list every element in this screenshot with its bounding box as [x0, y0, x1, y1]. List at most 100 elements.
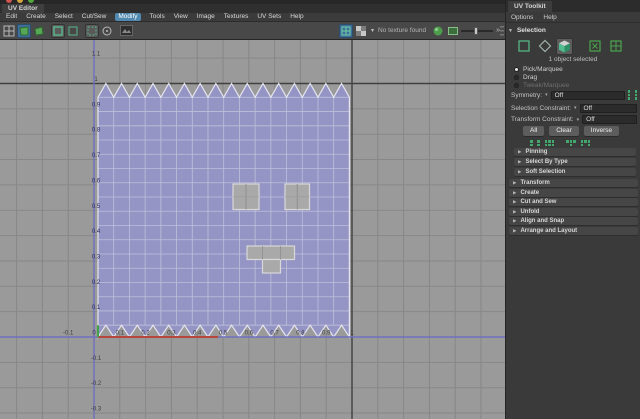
section-align-and-snap[interactable]: ▶ Align and Snap	[509, 217, 638, 225]
uv-canvas[interactable]: 1.110.90.80.70.60.50.40.30.20.1-0.1-0.2-…	[0, 40, 505, 419]
dim-image-icon[interactable]	[100, 24, 114, 38]
texture-dropdown-caret-icon[interactable]: ▾	[371, 27, 374, 34]
polygon-borders-icon[interactable]	[51, 23, 65, 38]
radio-pick-marquee[interactable]: Pick/Marquee	[514, 65, 563, 73]
menu-item-cut-sew[interactable]: Cut/Sew	[82, 13, 107, 21]
v-axis-tick-label: 0.5	[92, 204, 101, 210]
shaded-uv-display-icon[interactable]	[17, 23, 31, 38]
uv-distortion-icon[interactable]	[32, 24, 46, 38]
chevron-down-icon: ▼	[508, 27, 513, 34]
transform-constraint-field[interactable]: Off	[582, 115, 637, 124]
v-axis-tick-label: 0.1	[92, 305, 101, 311]
checker-map-icon[interactable]	[354, 24, 368, 38]
slider-handle[interactable]	[474, 26, 479, 35]
u-axis-tick-label: 0.8	[296, 331, 305, 337]
maximize-window-icon[interactable]	[28, 0, 34, 3]
pixel-snap-icon[interactable]	[339, 23, 354, 38]
radio-label: Tweak/Marquee	[523, 81, 570, 89]
marquee-select-icon[interactable]	[515, 38, 532, 55]
menu-item-create[interactable]: Create	[26, 13, 46, 21]
selection-section-header[interactable]: ▼ Selection	[508, 26, 638, 35]
texture-status-label: No texture found	[378, 27, 427, 34]
chevron-right-icon: ▶	[513, 227, 517, 233]
v-axis-tick-label: 0.9	[92, 102, 101, 108]
menu-item-textures[interactable]: Textures	[224, 13, 249, 21]
section-label: Transform	[520, 180, 550, 186]
convert-to-uv-icon[interactable]	[530, 140, 540, 146]
section-label: Pinning	[525, 149, 548, 155]
section-label: Align and Snap	[520, 218, 565, 224]
uv-grid-layout-icon[interactable]	[2, 24, 16, 38]
section-transform[interactable]: ▶ Transform	[509, 179, 638, 187]
radio-drag[interactable]: Drag	[514, 73, 537, 81]
convert-to-face-icon[interactable]	[580, 140, 590, 146]
section-soft-selection[interactable]: ▶ Soft Selection	[514, 168, 636, 176]
menu-item-image[interactable]: Image	[197, 13, 215, 21]
convert-to-edge-icon[interactable]	[566, 140, 576, 146]
chevron-down-icon[interactable]: ▾	[545, 92, 548, 98]
convert-to-vertex-icon[interactable]	[544, 140, 554, 146]
object-select-cube-icon[interactable]	[556, 37, 573, 55]
menu-item-uv-sets[interactable]: UV Sets	[257, 13, 281, 21]
section-cut-and-sew[interactable]: ▶ Cut and Sew	[509, 198, 638, 206]
section-unfold[interactable]: ▶ Unfold	[509, 207, 638, 216]
menu-item-options[interactable]: Options	[511, 14, 533, 21]
toolbar-overflow-icon[interactable]: »	[496, 27, 500, 34]
shrink-selection-icon[interactable]	[586, 38, 603, 55]
v-axis-tick-label: 0.6	[92, 178, 101, 184]
uv-editor-tab[interactable]: UV Editor	[2, 4, 44, 13]
chevron-right-icon: ▶	[513, 180, 517, 185]
checkered-tiles-icon[interactable]	[85, 23, 99, 38]
symmetry-grid-icon[interactable]	[627, 90, 637, 100]
close-window-icon[interactable]	[6, 0, 12, 3]
uv-toolkit-tab[interactable]: UV Toolkit	[508, 1, 552, 12]
section-create[interactable]: ▶ Create	[509, 188, 638, 197]
menu-item-toolkit-help[interactable]: Help	[543, 14, 556, 21]
menu-item-help[interactable]: Help	[290, 13, 303, 21]
selection-status: 1 object selected	[548, 56, 598, 63]
image-exposure-slider[interactable]	[461, 24, 494, 38]
maya-uv-editor-window: UV Editor Edit Create Select Cut/Sew Mod…	[0, 0, 640, 419]
section-select-by-type[interactable]: ▶ Select By Type	[514, 158, 636, 166]
chevron-right-icon: ▶	[513, 218, 517, 223]
chevron-down-icon[interactable]: ▾	[577, 117, 580, 123]
minimize-window-icon[interactable]	[17, 0, 23, 3]
v-axis-tick-label: 0.3	[92, 254, 101, 260]
selection-buttons: All Clear Inverse	[523, 126, 620, 136]
u-axis-tick-label: 0.6	[245, 331, 254, 337]
image-range-icon[interactable]	[446, 24, 460, 38]
chevron-right-icon: ▶	[513, 208, 517, 214]
mouth-face-bar	[246, 245, 296, 261]
chevron-down-icon[interactable]: ▾	[574, 105, 577, 111]
menu-item-tools[interactable]: Tools	[150, 13, 165, 21]
lasso-select-icon[interactable]	[536, 38, 553, 55]
v-axis-tick-label: 1.1	[92, 52, 101, 58]
select-all-button[interactable]: All	[523, 126, 545, 136]
u-axis-tick-label: 0.2	[141, 331, 150, 337]
chevron-right-icon: ▶	[513, 189, 517, 195]
inverse-selection-button[interactable]: Inverse	[583, 126, 620, 136]
shaded-sphere-icon[interactable]	[431, 24, 445, 38]
selection-constraint-field[interactable]: Off	[579, 103, 637, 113]
texture-borders-icon[interactable]	[66, 24, 80, 38]
u-axis-tick-label: 0.9	[322, 331, 331, 337]
menu-item-edit[interactable]: Edit	[6, 13, 17, 21]
radio-tweak-marquee[interactable]: Tweak/Marquee	[514, 81, 569, 89]
section-pinning[interactable]: ▶ Pinning	[514, 148, 636, 156]
v-axis-tick-label: -0.3	[91, 407, 102, 413]
menu-item-select[interactable]: Select	[55, 13, 73, 21]
image-display-icon[interactable]	[119, 24, 133, 38]
menu-item-view[interactable]: View	[174, 13, 188, 21]
pane-splitter-handle[interactable]	[500, 25, 504, 37]
u-axis-tick-label: 0.5	[219, 331, 228, 337]
selection-mode-icons	[515, 37, 635, 55]
selection-constraint-row: Selection Constraint: ▾ Off	[511, 103, 637, 113]
u-axis-tick-label: 0.3	[167, 331, 176, 337]
symmetry-value-field[interactable]: Off	[550, 90, 625, 100]
u-axis-tick-label: 0.7	[270, 331, 279, 337]
grow-selection-icon[interactable]	[607, 38, 624, 55]
clear-selection-button[interactable]: Clear	[549, 126, 579, 136]
menu-item-modify[interactable]: Modify	[115, 13, 141, 21]
section-arrange-and-layout[interactable]: ▶ Arrange and Layout	[509, 226, 638, 235]
u-axis-tick-label: 0.4	[193, 331, 202, 337]
